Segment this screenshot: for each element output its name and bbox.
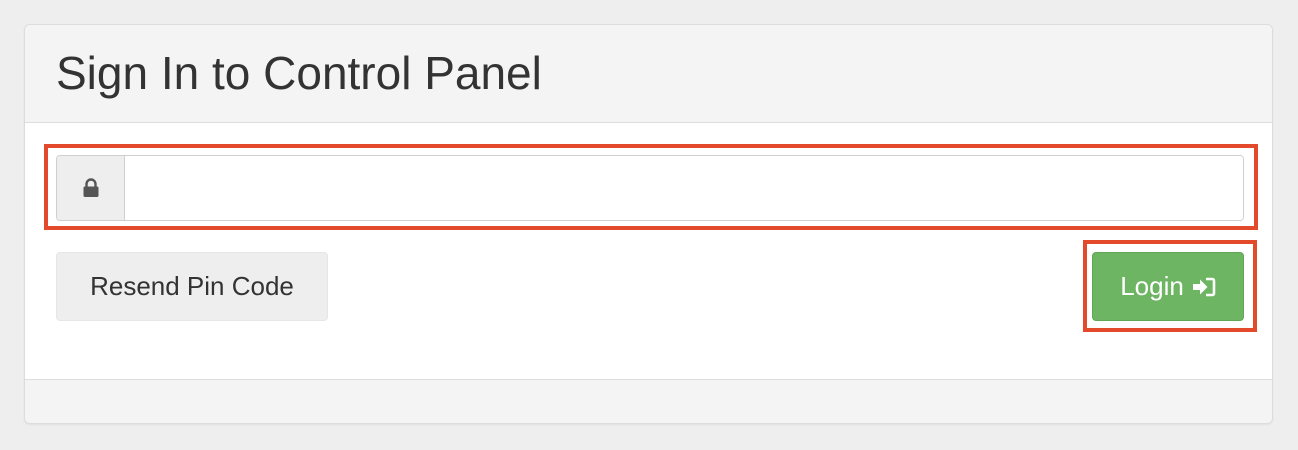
panel-header: Sign In to Control Panel <box>25 25 1272 123</box>
login-button-label: Login <box>1120 271 1184 301</box>
page-title: Sign In to Control Panel <box>56 47 542 99</box>
resend-pin-code-button[interactable]: Resend Pin Code <box>56 252 328 321</box>
sign-in-panel: Sign In to Control Panel Resend Pin Code… <box>24 24 1273 424</box>
sign-in-icon <box>1192 276 1216 298</box>
panel-footer <box>25 379 1272 423</box>
login-button[interactable]: Login <box>1092 252 1244 321</box>
resend-button-label: Resend Pin Code <box>90 271 294 301</box>
pin-code-input[interactable] <box>125 156 1243 220</box>
lock-icon <box>57 156 125 220</box>
pin-input-group <box>56 155 1244 221</box>
